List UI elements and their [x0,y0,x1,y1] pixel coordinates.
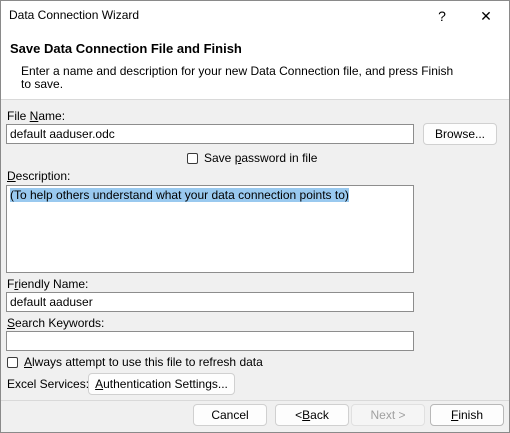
help-icon: ? [438,8,446,24]
window-title: Data Connection Wizard [9,8,140,22]
back-button[interactable]: < Back [275,404,349,426]
description-label: Description: [7,169,71,183]
description-text: (To help others understand what your dat… [10,188,349,202]
search-keywords-label: Search Keywords: [7,316,105,330]
search-keywords-input[interactable] [6,331,414,351]
excel-services-label: Excel Services: [7,377,90,391]
footer-divider [1,400,509,401]
page-title: Save Data Connection File and Finish [10,41,242,56]
page-description: Enter a name and description for your ne… [21,64,454,91]
friendly-name-input[interactable]: default aaduser [6,292,414,312]
file-name-input[interactable]: default aaduser.odc [6,124,414,144]
close-button[interactable]: ✕ [463,1,509,31]
data-connection-wizard-dialog: Data Connection Wizard ? ✕ Save Data Con… [0,0,510,433]
authentication-settings-button[interactable]: Authentication Settings... [88,373,235,395]
description-textarea[interactable]: (To help others understand what your dat… [6,185,414,273]
save-password-label: Save password in file [204,151,318,165]
friendly-name-label: Friendly Name: [7,277,89,291]
always-refresh-checkbox[interactable] [7,356,18,368]
browse-button[interactable]: Browse... [423,123,497,145]
help-button[interactable]: ? [419,1,465,31]
save-password-checkbox[interactable] [187,152,198,164]
finish-button[interactable]: Finish [430,404,504,426]
always-refresh-option[interactable]: Always attempt to use this file to refre… [7,355,263,369]
next-button[interactable]: Next > [351,404,425,426]
always-refresh-label: Always attempt to use this file to refre… [24,355,263,369]
cancel-button[interactable]: Cancel [193,404,267,426]
wizard-header: Save Data Connection File and Finish Ent… [1,31,509,100]
title-bar: Data Connection Wizard ? ✕ [1,1,509,31]
file-name-label: File Name: [7,109,66,123]
save-password-option[interactable]: Save password in file [187,151,317,165]
close-icon: ✕ [480,7,492,24]
